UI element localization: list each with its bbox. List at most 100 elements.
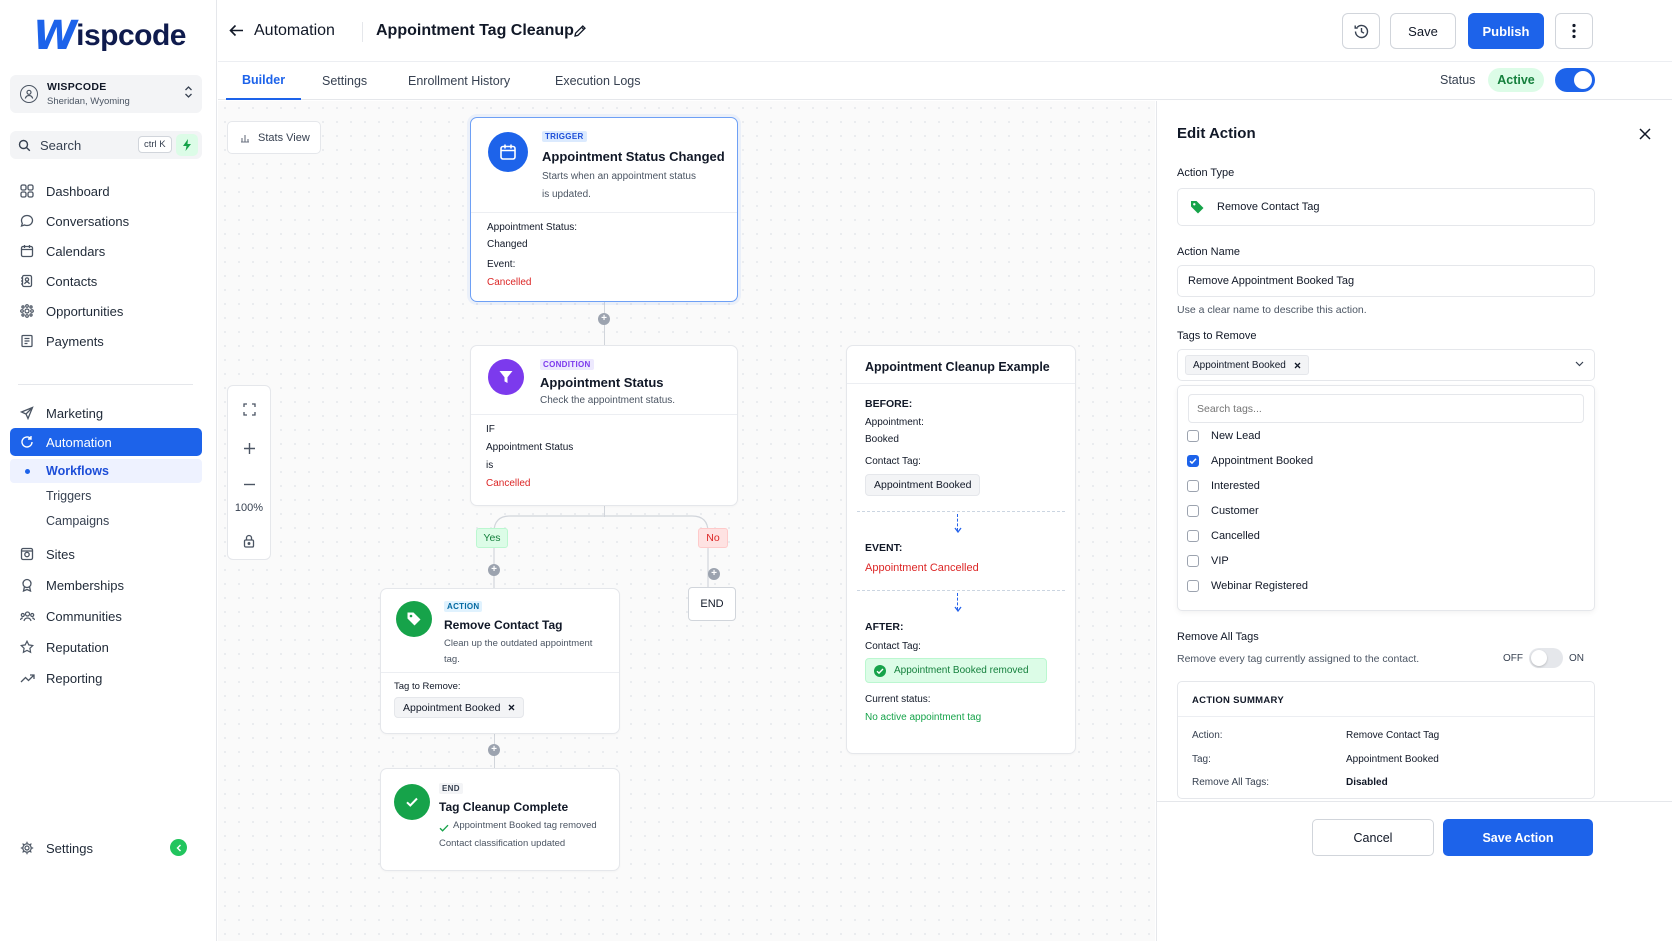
tag-search-input[interactable] <box>1188 394 1584 423</box>
lock-icon[interactable] <box>228 534 270 548</box>
nav-label: Conversations <box>46 213 130 229</box>
condition-card[interactable]: CONDITION Appointment Status Check the a… <box>470 345 738 506</box>
add-step-node[interactable]: + <box>488 744 500 756</box>
nav-marketing[interactable]: Marketing <box>10 399 202 427</box>
checkbox[interactable] <box>1187 480 1199 492</box>
nav-calendars[interactable]: Calendars <box>10 237 202 265</box>
nav-label: Memberships <box>46 577 125 593</box>
nav-communities[interactable]: Communities <box>10 602 202 630</box>
add-step-node[interactable]: + <box>598 313 610 325</box>
tag-option-new-lead[interactable]: New Lead <box>1187 426 1261 446</box>
collapse-sidebar-button[interactable] <box>170 839 187 856</box>
nav-dashboard[interactable]: Dashboard <box>10 177 202 205</box>
save-button[interactable]: Save <box>1390 13 1456 49</box>
checkbox[interactable] <box>1187 430 1199 442</box>
close-icon[interactable] <box>508 704 515 711</box>
back-arrow-icon[interactable] <box>228 22 245 39</box>
bolt-icon[interactable] <box>176 134 198 156</box>
nav-triggers[interactable]: Triggers <box>10 484 202 508</box>
tab-enrollment-history[interactable]: Enrollment History <box>408 62 510 100</box>
nav-automation[interactable]: Automation <box>10 428 202 456</box>
breadcrumb[interactable]: Automation <box>254 22 335 40</box>
example-event: EVENT: <box>865 542 903 554</box>
pencil-icon[interactable] <box>573 24 587 38</box>
close-icon[interactable] <box>1638 127 1652 141</box>
chip-label: Appointment Booked <box>1193 359 1286 371</box>
panel-footer-divider <box>1157 801 1672 802</box>
add-step-node[interactable]: + <box>488 564 500 576</box>
nav-reputation[interactable]: Reputation <box>10 633 202 661</box>
nav-sites[interactable]: Sites <box>10 540 202 568</box>
checkbox-checked[interactable] <box>1187 455 1199 467</box>
nav-payments[interactable]: Payments <box>10 327 202 355</box>
checkbox[interactable] <box>1187 505 1199 517</box>
condition-field: Appointment Status <box>486 442 574 453</box>
tab-settings[interactable]: Settings <box>322 62 367 100</box>
fit-screen-icon[interactable] <box>228 403 270 416</box>
edit-action-panel: Edit Action Action Type Remove Contact T… <box>1156 101 1672 941</box>
action-name-input[interactable]: Remove Appointment Booked Tag <box>1177 265 1595 297</box>
nav-label: Calendars <box>46 243 106 259</box>
publish-button[interactable]: Publish <box>1468 13 1544 49</box>
active-dot <box>25 469 30 474</box>
tab-builder[interactable]: Builder <box>226 62 302 100</box>
checkbox[interactable] <box>1187 530 1199 542</box>
nav-contacts[interactable]: Contacts <box>10 267 202 295</box>
checkbox[interactable] <box>1187 555 1199 567</box>
search-bar[interactable]: Search ctrl K <box>10 131 202 159</box>
example-after-tag-label: Contact Tag: <box>865 641 921 652</box>
nav-label: Reporting <box>46 670 103 686</box>
end-card[interactable]: END Tag Cleanup Complete Appointment Boo… <box>380 768 620 871</box>
action-type-select[interactable]: Remove Contact Tag <box>1177 188 1595 226</box>
nav-sub-label: Workflows <box>46 464 109 478</box>
nav-campaigns[interactable]: Campaigns <box>10 509 202 533</box>
action-tag-chip: Appointment Booked <box>394 697 525 718</box>
checkbox[interactable] <box>1187 580 1199 592</box>
cancel-button[interactable]: Cancel <box>1312 819 1434 856</box>
sites-icon <box>18 547 36 561</box>
end-line-2: Contact classification updated <box>439 838 566 849</box>
nav-reporting[interactable]: Reporting <box>10 664 202 692</box>
tag-option-webinar-registered[interactable]: Webinar Registered <box>1187 576 1308 596</box>
tag-option-interested[interactable]: Interested <box>1187 476 1260 496</box>
dashed-divider <box>857 511 1065 512</box>
grid-icon <box>18 184 36 198</box>
remove-all-toggle[interactable] <box>1529 648 1563 668</box>
remove-all-label: Remove All Tags <box>1177 631 1259 643</box>
nav-conversations[interactable]: Conversations <box>10 207 202 235</box>
more-options-button[interactable] <box>1555 13 1593 49</box>
kebab-icon <box>1572 23 1576 39</box>
stats-view-button[interactable]: Stats View <box>227 121 321 154</box>
tags-multiselect[interactable]: Appointment Booked <box>1177 349 1595 381</box>
send-icon <box>18 406 36 420</box>
tag-option-vip[interactable]: VIP <box>1187 551 1229 571</box>
nav-label: Contacts <box>46 273 98 289</box>
toggle-off-label: OFF <box>1503 653 1523 664</box>
trigger-card[interactable]: TRIGGER Appointment Status Changed Start… <box>470 117 738 302</box>
logo[interactable]: W ispcode <box>33 13 186 59</box>
nav-workflows[interactable]: Workflows <box>10 459 202 483</box>
add-step-node[interactable]: + <box>708 568 720 580</box>
action-name-help: Use a clear name to describe this action… <box>1177 304 1367 316</box>
tab-execution-logs[interactable]: Execution Logs <box>555 62 640 100</box>
tag-option-customer[interactable]: Customer <box>1187 501 1259 521</box>
close-icon[interactable] <box>1294 362 1301 369</box>
nav-memberships[interactable]: Memberships <box>10 571 202 599</box>
example-tag-chip: Appointment Booked <box>865 474 981 496</box>
tag-option-cancelled[interactable]: Cancelled <box>1187 526 1260 546</box>
zoom-out-icon[interactable] <box>228 478 270 491</box>
summary-value: Disabled <box>1346 777 1388 788</box>
condition-value: Cancelled <box>486 478 531 489</box>
history-button[interactable] <box>1342 13 1380 49</box>
tag-option-appointment-booked[interactable]: Appointment Booked <box>1187 451 1313 471</box>
nav-sub-label: Campaigns <box>46 514 110 528</box>
account-switcher[interactable]: WISPCODE Sheridan, Wyoming <box>10 75 202 113</box>
card-divider <box>471 212 737 213</box>
zoom-in-icon[interactable] <box>228 442 270 455</box>
nav-opportunities[interactable]: Opportunities <box>10 297 202 325</box>
status-badge: Active <box>1488 68 1544 92</box>
check-circle-icon <box>394 784 430 820</box>
action-card[interactable]: ACTION Remove Contact Tag Clean up the o… <box>380 588 620 734</box>
save-action-button[interactable]: Save Action <box>1443 819 1593 856</box>
workflow-active-toggle[interactable] <box>1555 68 1595 92</box>
